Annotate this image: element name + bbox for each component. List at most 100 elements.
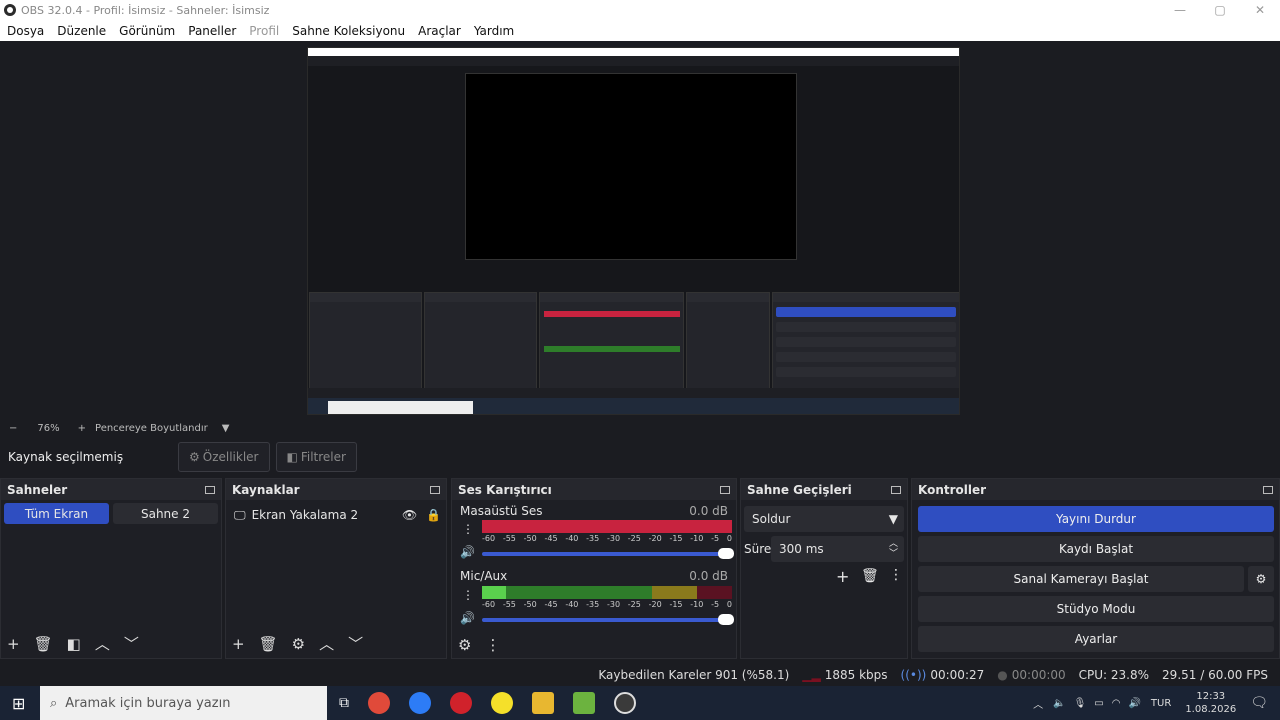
cpu-usage: CPU: 23.8%: [1078, 667, 1150, 682]
scene-item-tum-ekran[interactable]: Tüm Ekran: [4, 503, 109, 524]
capture-menu-bar: [308, 56, 959, 66]
minecraft-icon[interactable]: [573, 692, 595, 714]
stream-icon: ((•)): [900, 667, 927, 682]
undock-icon[interactable]: [205, 485, 215, 494]
battery-icon[interactable]: ▭: [1094, 698, 1103, 709]
source-item-label: Ekran Yakalama 2: [251, 508, 359, 522]
zoom-icon[interactable]: [409, 692, 431, 714]
start-recording-button[interactable]: Kaydı Başlat: [918, 536, 1274, 562]
source-toolbar: Kaynak seçilmemiş ⚙ Özellikler ◧ Filtrel…: [0, 437, 1280, 477]
arrow-up-icon[interactable]: ︿: [95, 633, 110, 654]
menu-tools[interactable]: Araçlar: [418, 24, 461, 38]
scenes-dock: Sahneler Tüm Ekran Sahne 2 + 🗑 ◧ ︿ ﹀: [0, 478, 222, 659]
start-virtual-camera-button[interactable]: Sanal Kamerayı Başlat: [918, 566, 1244, 592]
trash-icon[interactable]: 🗑: [861, 568, 879, 584]
undock-icon[interactable]: [720, 485, 730, 494]
virtual-camera-settings-button[interactable]: ⚙: [1248, 566, 1274, 592]
stream-time: 00:00:27: [930, 667, 985, 682]
more-icon[interactable]: ⋮: [889, 567, 903, 583]
channel-db-desktop: 0.0 dB: [689, 504, 728, 518]
preview-canvas[interactable]: [0, 41, 1280, 419]
language-indicator[interactable]: TUR: [1151, 698, 1171, 709]
zoom-out-button[interactable]: −: [9, 423, 17, 434]
arrow-down-icon[interactable]: ﹀: [348, 633, 363, 654]
speaker-icon[interactable]: 🔊: [460, 611, 475, 625]
trash-icon[interactable]: 🗑: [34, 635, 53, 653]
add-icon[interactable]: +: [836, 567, 849, 586]
add-icon[interactable]: +: [7, 635, 20, 653]
more-icon[interactable]: ⋮: [462, 522, 474, 536]
volume-slider-mic[interactable]: [482, 614, 734, 625]
snapchat-icon[interactable]: [491, 692, 513, 714]
chrome-icon[interactable]: [368, 692, 390, 714]
microphone-icon[interactable]: 🎙: [1074, 698, 1087, 709]
opera-icon[interactable]: [450, 692, 472, 714]
capture-taskbar: [308, 398, 959, 414]
menu-profile[interactable]: Profil: [249, 24, 279, 38]
gear-icon[interactable]: ⚙: [458, 636, 471, 654]
scene-item-sahne-2[interactable]: Sahne 2: [113, 503, 218, 524]
bitrate-icon: ▁▂: [802, 667, 821, 682]
speaker-icon[interactable]: 🔈: [1053, 698, 1065, 709]
stop-streaming-button[interactable]: Yayını Durdur: [918, 506, 1274, 532]
gear-icon[interactable]: ⚙: [292, 635, 305, 653]
stepper-icon[interactable]: ︿ ﹀: [889, 539, 898, 559]
undock-icon[interactable]: [1263, 485, 1273, 494]
taskbar: ⊞ ⌕ Aramak için buraya yazın ⧉ ︿ 🔈 🎙 ▭ ◠…: [0, 686, 1280, 720]
fit-to-window-label[interactable]: Pencereye Boyutlandır: [95, 423, 208, 434]
chevron-up-icon[interactable]: ︿: [1033, 696, 1043, 711]
notification-icon[interactable]: 🗨: [1250, 695, 1268, 711]
monitor-icon: 🖵: [234, 507, 246, 522]
add-icon[interactable]: +: [232, 635, 245, 653]
capture-nested-preview: [465, 73, 797, 260]
close-button[interactable]: ✕: [1240, 0, 1280, 20]
controls-dock: Kontroller Yayını Durdur Kaydı Başlat Sa…: [911, 478, 1280, 659]
sources-title: Kaynaklar: [232, 482, 300, 497]
undock-icon[interactable]: [430, 485, 440, 494]
more-icon[interactable]: ⋮: [462, 588, 474, 602]
task-view-icon[interactable]: ⧉: [339, 695, 349, 711]
taskbar-search[interactable]: ⌕ Aramak için buraya yazın: [40, 686, 327, 720]
menu-edit[interactable]: Düzenle: [57, 24, 106, 38]
meter-mic: [482, 586, 732, 599]
mixer-title: Ses Karıştırıcı: [458, 482, 552, 497]
undock-icon[interactable]: [891, 485, 901, 494]
speaker-icon[interactable]: 🔊: [460, 545, 475, 559]
minimize-button[interactable]: —: [1160, 0, 1200, 20]
menu-scene-collection[interactable]: Sahne Koleksiyonu: [292, 24, 405, 38]
gear-icon: ⚙: [1255, 572, 1267, 586]
filter-icon[interactable]: ◧: [67, 635, 81, 653]
menu-file[interactable]: Dosya: [7, 24, 44, 38]
wifi-icon[interactable]: ◠: [1112, 698, 1121, 709]
windows-start-icon[interactable]: ⊞: [12, 694, 25, 713]
lock-icon[interactable]: 🔒: [426, 508, 441, 522]
filters-button[interactable]: ◧ Filtreler: [275, 442, 357, 472]
more-icon[interactable]: ⋮: [485, 636, 500, 654]
file-explorer-icon[interactable]: [532, 692, 554, 714]
transition-select[interactable]: Soldur ▼: [744, 506, 904, 532]
menu-help[interactable]: Yardım: [474, 24, 514, 38]
duration-input[interactable]: 300 ms ︿ ﹀: [771, 536, 904, 562]
volume-slider-desktop[interactable]: [482, 548, 734, 559]
volume-icon[interactable]: 🔊: [1128, 698, 1140, 709]
studio-mode-button[interactable]: Stüdyo Modu: [918, 596, 1274, 622]
system-tray: ︿ 🔈 🎙 ▭ ◠ 🔊 TUR 12:33 1.08.2026 🗨: [1033, 686, 1280, 720]
eye-icon[interactable]: 👁: [402, 508, 417, 522]
settings-button[interactable]: Ayarlar: [918, 626, 1274, 652]
chevron-down-icon[interactable]: ▼: [222, 423, 230, 434]
obs-logo-icon: [4, 4, 16, 16]
maximize-button[interactable]: ▢: [1200, 0, 1240, 20]
arrow-down-icon[interactable]: ﹀: [124, 633, 139, 654]
source-item[interactable]: 🖵 Ekran Yakalama 2 👁 🔒: [234, 505, 444, 525]
obs-icon[interactable]: [614, 692, 636, 714]
zoom-in-button[interactable]: +: [78, 423, 86, 434]
capture-title-bar: [308, 48, 959, 56]
trash-icon[interactable]: 🗑: [259, 635, 278, 653]
properties-button[interactable]: ⚙ Özellikler: [178, 442, 270, 472]
scenes-title: Sahneler: [7, 482, 68, 497]
status-bar: Kaybedilen Kareler 901 (%58.1) ▁▂ 1885 k…: [0, 661, 1280, 688]
arrow-up-icon[interactable]: ︿: [319, 633, 334, 654]
clock[interactable]: 12:33 1.08.2026: [1185, 690, 1236, 716]
menu-docks[interactable]: Paneller: [188, 24, 236, 38]
menu-view[interactable]: Görünüm: [119, 24, 175, 38]
